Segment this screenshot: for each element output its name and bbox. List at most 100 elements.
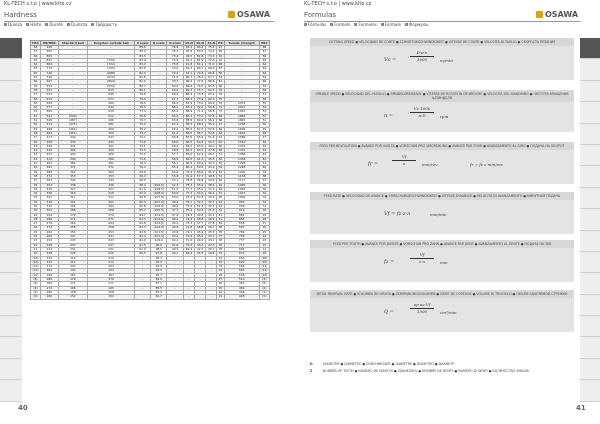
side-tab[interactable] bbox=[0, 294, 22, 317]
formula-fraction: D·π·n 1000 bbox=[410, 50, 434, 62]
side-tab[interactable] bbox=[580, 80, 600, 103]
table-cell: - bbox=[182, 294, 196, 300]
formula-fraction: Vf n bbox=[392, 154, 416, 166]
numerator: Vf bbox=[401, 154, 407, 159]
square-bullet-icon bbox=[330, 23, 334, 26]
formula-body: fz = Vf z·n mm bbox=[310, 248, 574, 278]
formula-heading: METAL REMOVAL RATE ● VOLUMEN DE VIRUTA ●… bbox=[310, 290, 574, 298]
table-cell: 152 bbox=[57, 294, 89, 300]
formula-fraction: ap·ae·Vf 1000 bbox=[410, 302, 434, 314]
formula-unit: mm/min bbox=[430, 212, 447, 217]
table-cell: 24 bbox=[216, 294, 225, 300]
formula-body: fr = Vf n mm/rev fr = fz·z mm/rev bbox=[310, 150, 574, 180]
logo-icon bbox=[536, 11, 543, 18]
formula-unit: rpm bbox=[440, 114, 449, 119]
language-legend: Dureza Härte Dureté Durezza Твёрдость bbox=[4, 22, 117, 27]
side-tab[interactable] bbox=[580, 123, 600, 145]
square-bullet-icon bbox=[91, 23, 95, 26]
table-cell: (0) bbox=[258, 294, 271, 300]
side-tab[interactable] bbox=[0, 230, 22, 252]
formula-unit: m/min bbox=[440, 58, 453, 63]
side-tab[interactable] bbox=[0, 358, 22, 381]
side-tab[interactable] bbox=[580, 316, 600, 338]
side-tab[interactable] bbox=[0, 102, 22, 124]
square-bullet-icon bbox=[354, 23, 358, 26]
formula-body: Q = ap·ae·Vf 1000 cm³/min bbox=[310, 298, 574, 328]
side-tab[interactable] bbox=[0, 380, 22, 402]
table-cell: 81.7 bbox=[150, 294, 168, 300]
side-tab[interactable] bbox=[0, 38, 22, 60]
side-tab[interactable] bbox=[0, 80, 22, 103]
formula-lhs: Q = bbox=[384, 309, 394, 315]
side-tab[interactable] bbox=[580, 337, 600, 359]
legend-item: Fórmulas bbox=[304, 22, 326, 27]
side-tab[interactable] bbox=[580, 230, 600, 252]
language-legend: Fórmulas Formeln Formules Formule Формулы bbox=[304, 22, 428, 27]
formula-box: SPINDLE SPEED ● VELOCIDAD DEL HUSILLO ● … bbox=[310, 90, 574, 132]
numerator: Vc·1000 bbox=[413, 106, 431, 111]
side-tab[interactable] bbox=[580, 380, 600, 402]
square-bullet-icon bbox=[67, 23, 70, 26]
square-bullet-icon bbox=[4, 23, 7, 26]
formula-box: FEED RATE ● VELOCIDAD DE AVANCE ● VORSCH… bbox=[310, 192, 574, 234]
side-tab[interactable] bbox=[580, 358, 600, 381]
formula-heading: FEED PER TOOTH ● AVANCE POR DIENTE ● VOR… bbox=[310, 240, 574, 248]
side-tab[interactable] bbox=[0, 273, 22, 295]
logo-icon bbox=[228, 11, 235, 18]
formula-heading: FEED PER REVOLUTION ● AVANCE POR VUELTA … bbox=[310, 142, 574, 150]
side-tab[interactable] bbox=[0, 251, 22, 274]
legend-text: DIAMETER ● DIÁMETRO ● DURCHMESSER ● DIAM… bbox=[323, 362, 455, 366]
numerator: D·π·n bbox=[416, 50, 428, 55]
side-tab[interactable] bbox=[0, 337, 22, 359]
side-tab[interactable] bbox=[0, 123, 22, 145]
legend-item: Durezza bbox=[67, 22, 87, 27]
formula-body: n = Vc·1000 π·D rpm bbox=[310, 102, 574, 132]
side-tab[interactable] bbox=[0, 144, 22, 167]
formula-lhs: n = bbox=[384, 113, 393, 119]
side-tab[interactable] bbox=[0, 209, 22, 231]
denominator: z·n bbox=[419, 259, 425, 265]
formula-lhs: fz = bbox=[384, 259, 395, 265]
side-tab[interactable] bbox=[580, 294, 600, 317]
side-tab[interactable] bbox=[580, 209, 600, 231]
side-tab[interactable] bbox=[580, 251, 600, 274]
numerator: Vf bbox=[419, 252, 425, 257]
legend-symbol: Z bbox=[310, 369, 313, 373]
numerator: ap·ae·Vf bbox=[413, 302, 431, 307]
site-header: KL-TECH s.r.o | www.klte.cz bbox=[304, 1, 372, 7]
side-tab[interactable] bbox=[580, 166, 600, 188]
denominator: n bbox=[402, 161, 406, 167]
legend-item: Formeln bbox=[330, 22, 350, 27]
formula-box: FEED PER REVOLUTION ● AVANCE POR VUELTA … bbox=[310, 142, 574, 184]
square-bullet-icon bbox=[380, 23, 384, 26]
side-tab[interactable] bbox=[0, 166, 22, 188]
formula-body: Vf = fz·z·n mm/min bbox=[310, 200, 574, 230]
table-cell: 152 bbox=[87, 294, 135, 300]
side-tab[interactable] bbox=[580, 59, 600, 81]
side-tab[interactable] bbox=[580, 102, 600, 124]
side-tab[interactable] bbox=[580, 273, 600, 295]
table-cell: 160 bbox=[40, 294, 59, 300]
side-tab[interactable] bbox=[0, 59, 22, 81]
formula-heading: SPINDLE SPEED ● VELOCIDAD DEL HUSILLO ● … bbox=[310, 90, 574, 102]
formula-alt: fr = fz·z mm/rev bbox=[470, 162, 503, 167]
formula-heading: FEED RATE ● VELOCIDAD DE AVANCE ● VORSCH… bbox=[310, 192, 574, 200]
page-title: Hardness bbox=[4, 11, 37, 19]
side-tab[interactable] bbox=[580, 187, 600, 210]
side-tab[interactable] bbox=[0, 316, 22, 338]
legend-text: NUMBER OF TEETH ● NÚMERO DE DIENTES ● ZÄ… bbox=[323, 369, 529, 373]
side-tabs bbox=[0, 38, 22, 402]
side-tab[interactable] bbox=[0, 187, 22, 210]
right-page: KL-TECH s.r.o | www.klte.cz Formulas OSA… bbox=[300, 0, 600, 424]
side-tab[interactable] bbox=[580, 38, 600, 60]
legend-item: Dureté bbox=[45, 22, 63, 27]
side-tabs bbox=[580, 38, 600, 402]
symbol-legend: D DIAMETER ● DIÁMETRO ● DURCHMESSER ● DIA… bbox=[310, 362, 570, 376]
side-tab[interactable] bbox=[580, 144, 600, 167]
legend-item: Твёрдость bbox=[91, 22, 117, 27]
brand-logo: OSAWA bbox=[228, 10, 270, 19]
table-cell: - bbox=[205, 294, 218, 300]
table-cell: - bbox=[194, 294, 207, 300]
legend-item: Формулы bbox=[404, 22, 428, 27]
formula-lhs: Vf = fz·z·n bbox=[384, 211, 411, 217]
